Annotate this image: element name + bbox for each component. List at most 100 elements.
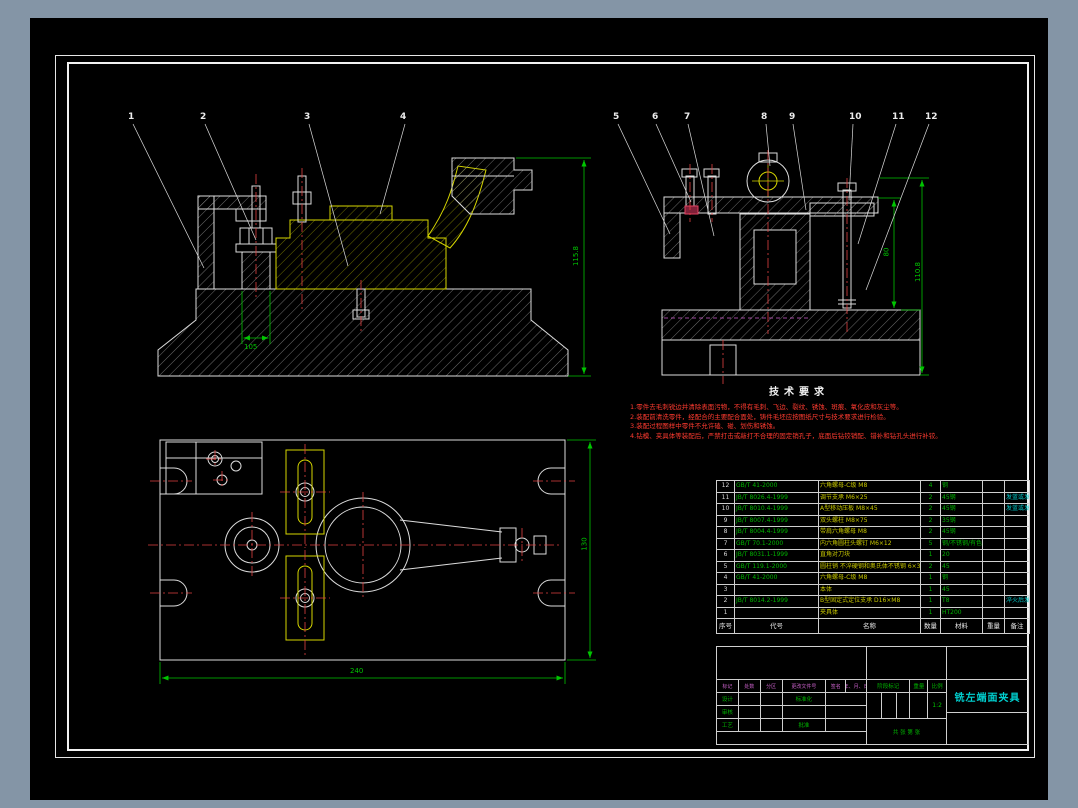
sheet-info: 共 张 第 张 <box>892 730 921 736</box>
parts-cell-remark <box>1004 549 1030 562</box>
parts-cell-remark <box>1004 537 1030 550</box>
balloon-6: 6 <box>652 112 659 122</box>
parts-cell-material: 钢 <box>940 572 983 585</box>
parts-cell-material: 45钢 <box>940 491 983 504</box>
header-weight: 重量 <box>982 618 1005 634</box>
parts-cell-name: 直角对刀块 <box>818 549 921 562</box>
parts-cell-weight <box>982 491 1005 504</box>
stage-label: 阶段标记 <box>867 680 911 692</box>
parts-cell-num: 10 <box>716 503 735 516</box>
parts-row: 11JB/T 8026.4-1999调节支承 M6×25245钢 发蓝或发黑处理 <box>716 491 1030 504</box>
parts-cell-name: 调节支承 M6×25 <box>818 491 921 504</box>
balloon-3: 3 <box>304 112 311 122</box>
parts-cell-remark <box>1004 583 1030 596</box>
parts-row: 6 JB/T 8031.1-1999 直角对刀块 1 20 <box>716 549 1030 562</box>
parts-cell-weight <box>982 549 1005 562</box>
parts-cell-code: JB/T 8010.4-1999 <box>734 503 819 516</box>
tech-req-line: 2.装配前清洗零件，经配合的主要配合面处，铸件毛坯应按图纸尺寸与技术要求进行检验… <box>630 412 890 421</box>
dim-front-height: 115.8 <box>572 245 581 267</box>
parts-row: 1 夹具体 1 HT200 <box>716 606 1030 619</box>
parts-row: 10JB/T 8010.4-1999A型移动压板 M8×45245钢 发蓝或发黑处… <box>716 503 1030 516</box>
parts-row: 2 JB/T 8014.2-1999 B型固定式定位支承 D16×M8 1 T8 淬火后发… <box>716 595 1030 608</box>
parts-cell-remark: 淬火后发黑处理 <box>1004 595 1030 608</box>
parts-cell-material: T8 <box>940 595 983 608</box>
parts-cell-material: 20 <box>940 549 983 562</box>
parts-cell-name: 六角螺母-C级 M8 <box>818 480 921 493</box>
parts-cell-weight <box>982 583 1005 596</box>
parts-cell-code: JB/T 8026.4-1999 <box>734 491 819 504</box>
parts-cell-name: 夹具体 <box>818 606 921 619</box>
parts-cell-num: 3 <box>716 583 735 596</box>
parts-cell-num: 11 <box>716 491 735 504</box>
parts-cell-code: GB/T 41-2000 <box>734 480 819 493</box>
parts-cell-code: JB/T 8007.4-1999 <box>734 514 819 527</box>
parts-cell-qty: 1 <box>920 606 941 619</box>
parts-cell-qty: 2 <box>920 503 941 516</box>
parts-cell-code: JB/T 8014.2-1999 <box>734 595 819 608</box>
parts-cell-remark <box>1004 480 1030 493</box>
parts-row: 8 JB/T 8004.4-1999 带肩六角螺母 M8 2 45钢 <box>716 526 1030 539</box>
parts-cell-name: 本体 <box>818 583 921 596</box>
weight-label: 重量 <box>910 680 929 692</box>
parts-row: 5 GB/T 119.1-2000 圆柱销 不淬硬钢和奥氏体不锈钢 6×30 2 45 <box>716 560 1030 573</box>
parts-row: 12 GB/T 41-2000 六角螺母-C级 M8 4 钢 <box>716 480 1030 493</box>
parts-cell-num: 1 <box>716 606 735 619</box>
dim-front-base: 105 <box>244 343 258 351</box>
tech-req-title: 技术要求 <box>769 387 829 398</box>
parts-cell-name: 内六角圆柱头螺钉 M6×12 <box>818 537 921 550</box>
header-qty: 数量 <box>920 618 941 634</box>
parts-list-table: 12 GB/T 41-2000 六角螺母-C级 M8 4 钢 11 JB/T 8026.4-… <box>716 480 1030 634</box>
dim-side-outer: 110.8 <box>914 261 923 283</box>
parts-cell-qty: 2 <box>920 560 941 573</box>
scale-value: 1:2 <box>932 702 942 709</box>
parts-cell-remark: 发蓝或发黑处理 <box>1004 503 1030 516</box>
revision-header-row: 标记处数分区更改文件号签名年、月、日 <box>717 680 866 693</box>
role-standard: 标准化 <box>783 693 827 705</box>
parts-cell-weight <box>982 560 1005 573</box>
balloon-5: 5 <box>613 112 620 122</box>
balloon-12: 12 <box>925 112 938 122</box>
parts-cell-remark <box>1004 560 1030 573</box>
parts-cell-code: GB/T 70.1-2000 <box>734 537 819 550</box>
parts-cell-qty: 2 <box>920 526 941 539</box>
parts-cell-remark: 发蓝或发黑处理 <box>1004 491 1030 504</box>
cad-viewer-screen: 1 2 3 4 5 6 7 8 9 10 11 12 115.8 105 80 … <box>0 0 1078 808</box>
parts-cell-qty: 5 <box>920 537 941 550</box>
header-name: 名称 <box>818 618 921 634</box>
parts-cell-num: 2 <box>716 595 735 608</box>
role-approve: 批准 <box>783 719 827 731</box>
parts-cell-remark <box>1004 514 1030 527</box>
parts-row: 9 JB/T 8007.4-1999 双头螺柱 M8×75 2 35钢 <box>716 514 1030 527</box>
tech-req-line: 1.零件去毛刺锐边并清除表面污物，不得有毛刺、飞边、裂纹、锈蚀、斑痕、氧化皮和灰… <box>630 403 903 411</box>
parts-row: 4 GB/T 41-2000 六角螺母-C级 M8 1 钢 <box>716 572 1030 585</box>
parts-cell-name: B型固定式定位支承 D16×M8 <box>818 595 921 608</box>
parts-cell-code <box>734 583 819 596</box>
drawing-title: 铣左端面夹具 <box>954 692 1021 704</box>
parts-cell-code: JB/T 8031.1-1999 <box>734 549 819 562</box>
parts-cell-qty: 2 <box>920 514 941 527</box>
parts-cell-weight <box>982 514 1005 527</box>
title-block-stage: 阶段标记 重量 比例 1:2 共 张 第 张 <box>867 680 947 745</box>
title-block-signatures: 标记处数分区更改文件号签名年、月、日 设计 标准化 审核 工艺 <box>717 680 867 745</box>
balloon-7: 7 <box>684 112 691 122</box>
parts-cell-num: 8 <box>716 526 735 539</box>
parts-cell-material: 钢/不锈钢/有色金属 <box>940 537 983 550</box>
parts-cell-qty: 1 <box>920 549 941 562</box>
role-design: 设计 <box>717 693 739 705</box>
revision-header: 标记 <box>717 680 739 692</box>
parts-cell-num: 12 <box>716 480 735 493</box>
balloon-10: 10 <box>849 112 862 122</box>
parts-cell-material: HT200 <box>940 606 983 619</box>
dim-plan-width: 240 <box>350 667 364 675</box>
balloon-8: 8 <box>761 112 768 122</box>
role-check: 审核 <box>717 706 739 718</box>
parts-cell-weight <box>982 572 1005 585</box>
parts-cell-weight <box>982 606 1005 619</box>
parts-cell-code: GB/T 119.1-2000 <box>734 560 819 573</box>
scale-label: 比例 <box>931 684 943 690</box>
title-block: 标记处数分区更改文件号签名年、月、日 设计 标准化 审核 工艺 <box>716 646 1029 745</box>
revision-header: 年、月、日 <box>846 683 866 690</box>
parts-cell-qty: 1 <box>920 583 941 596</box>
balloon-9: 9 <box>789 112 796 122</box>
parts-header-row: 序号 代号 名称 数量 材料 重量 备注 <box>716 618 1030 634</box>
